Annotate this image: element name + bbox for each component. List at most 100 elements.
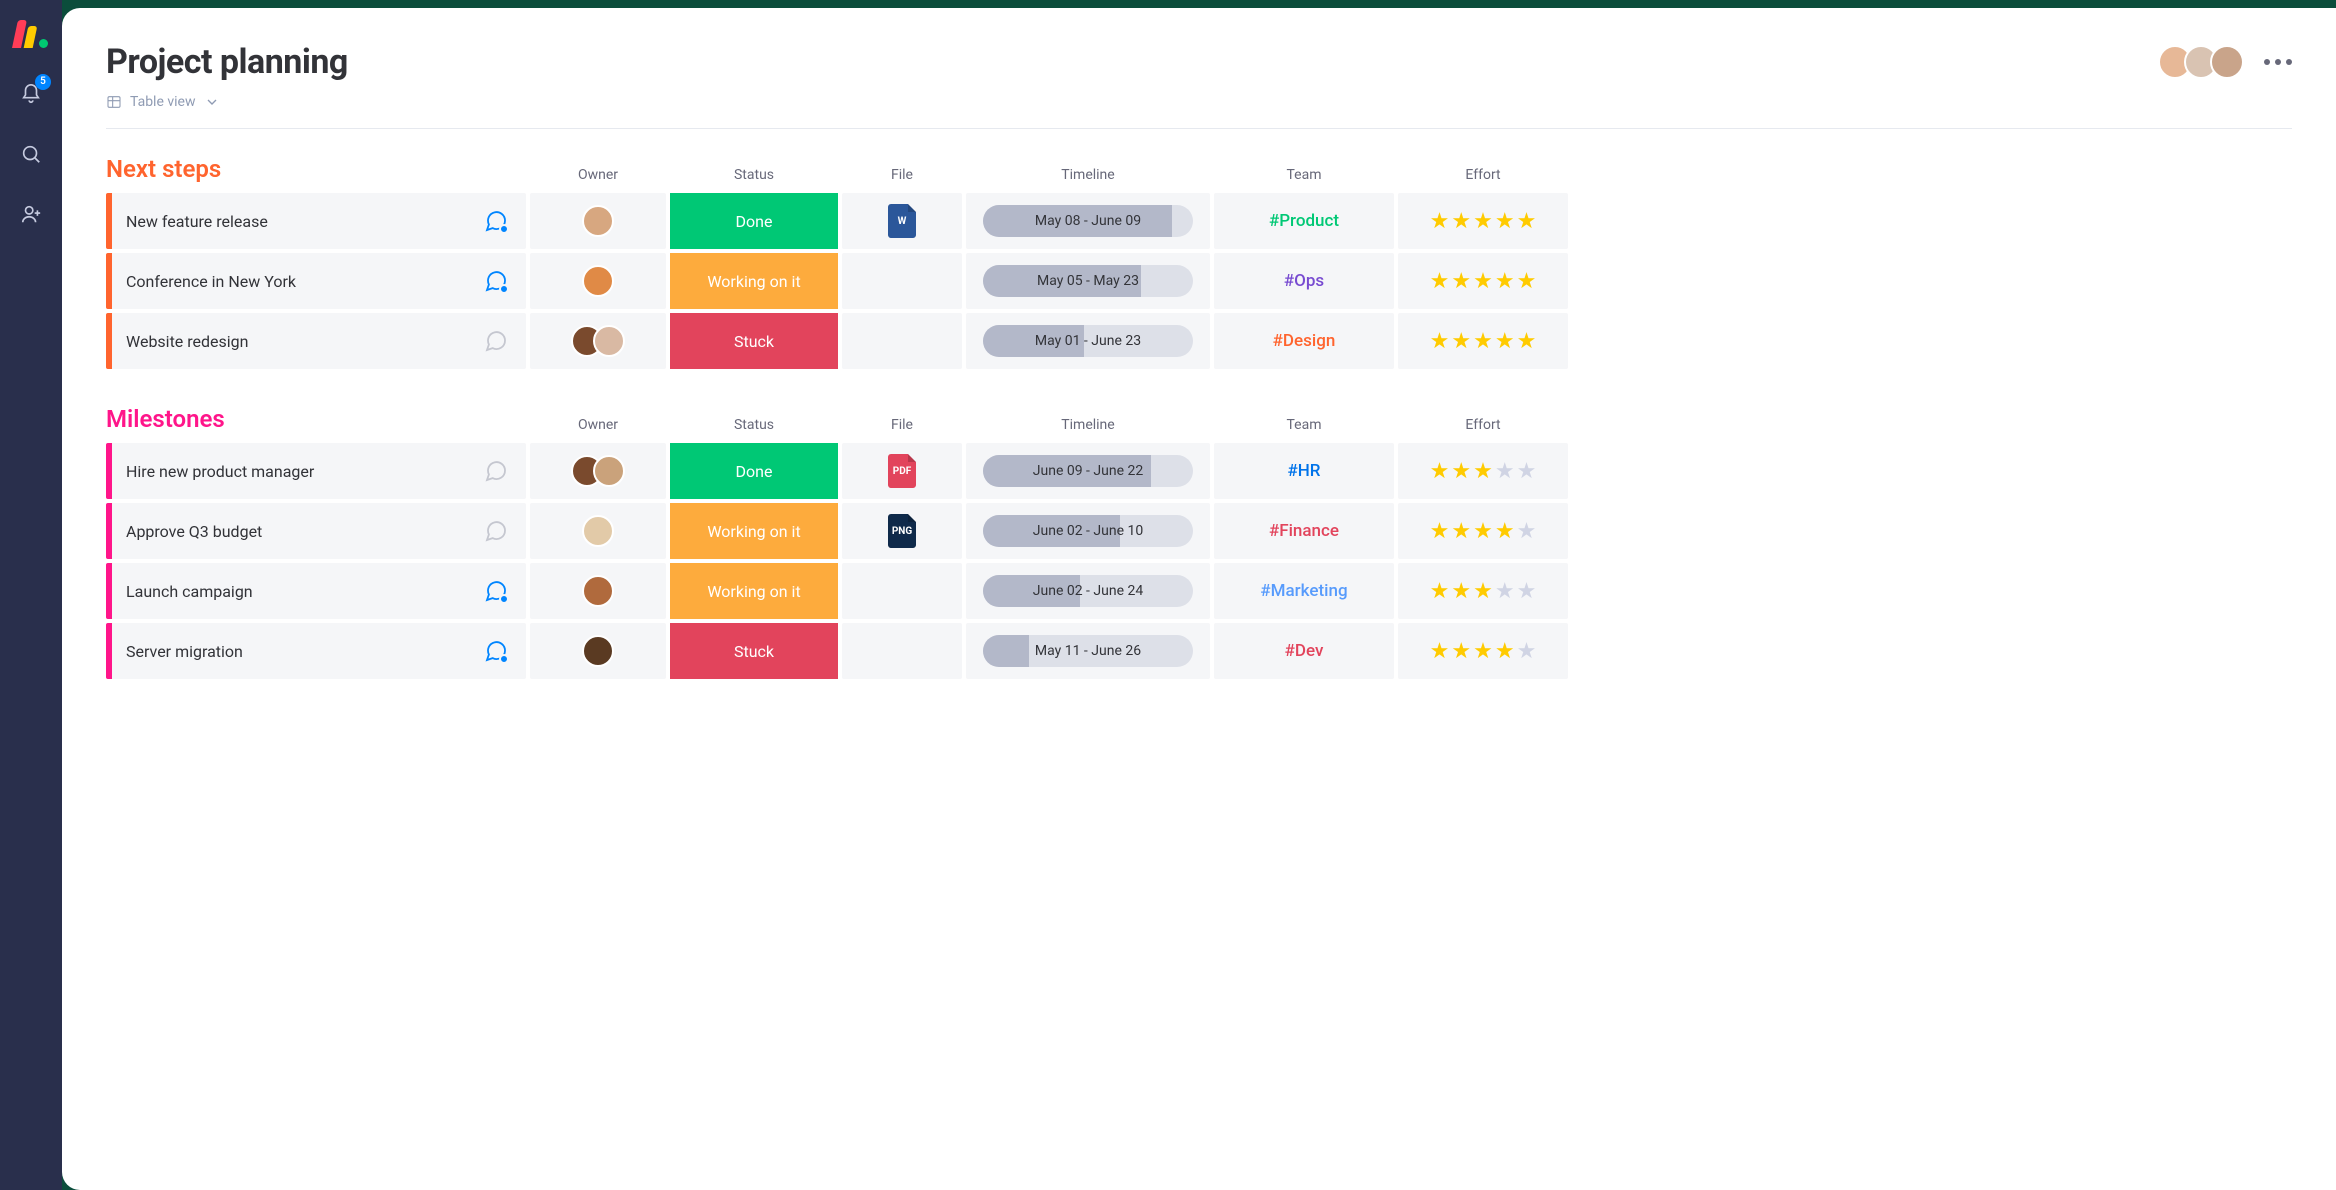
effort-stars[interactable]: ★★★★★ bbox=[1430, 519, 1537, 544]
table-row[interactable]: New feature release DoneWMay 08 - June 09… bbox=[106, 193, 2292, 249]
status-badge: Working on it bbox=[670, 563, 838, 619]
group-title[interactable]: Milestones bbox=[106, 405, 526, 433]
column-header-owner[interactable]: Owner bbox=[530, 417, 666, 433]
file-cell[interactable]: PDF bbox=[842, 443, 962, 499]
team-cell[interactable]: #Ops bbox=[1214, 253, 1394, 309]
timeline-cell[interactable]: June 02 - June 10 bbox=[966, 503, 1210, 559]
file-cell[interactable] bbox=[842, 563, 962, 619]
column-header-owner[interactable]: Owner bbox=[530, 167, 666, 183]
timeline-bar: May 05 - May 23 bbox=[983, 265, 1193, 297]
table-row[interactable]: Server migration Stuck May 11 - June 26 #De… bbox=[106, 623, 2292, 679]
team-cell[interactable]: #Dev bbox=[1214, 623, 1394, 679]
timeline-cell[interactable]: May 01 - June 23 bbox=[966, 313, 1210, 369]
effort-cell[interactable]: ★★★★★ bbox=[1398, 313, 1568, 369]
file-cell[interactable]: W bbox=[842, 193, 962, 249]
team-cell[interactable]: #Marketing bbox=[1214, 563, 1394, 619]
column-header-timeline[interactable]: Timeline bbox=[966, 167, 1210, 183]
status-cell[interactable]: Working on it bbox=[670, 253, 838, 309]
owner-cell[interactable] bbox=[530, 563, 666, 619]
table-row[interactable]: Launch campaign Working on it June 02 - Ju… bbox=[106, 563, 2292, 619]
owner-cell[interactable] bbox=[530, 253, 666, 309]
timeline-cell[interactable]: June 02 - June 24 bbox=[966, 563, 1210, 619]
effort-stars[interactable]: ★★★★★ bbox=[1430, 269, 1537, 294]
notifications-icon[interactable]: 5 bbox=[17, 80, 45, 108]
column-header-team[interactable]: Team bbox=[1214, 417, 1394, 433]
effort-stars[interactable]: ★★★★★ bbox=[1430, 209, 1537, 234]
status-cell[interactable]: Done bbox=[670, 443, 838, 499]
item-name-cell[interactable]: New feature release bbox=[106, 193, 526, 249]
status-cell[interactable]: Stuck bbox=[670, 623, 838, 679]
timeline-cell[interactable]: May 05 - May 23 bbox=[966, 253, 1210, 309]
item-name-cell[interactable]: Server migration bbox=[106, 623, 526, 679]
column-header-file[interactable]: File bbox=[842, 167, 962, 183]
member-avatars[interactable] bbox=[2166, 45, 2244, 79]
timeline-bar: June 09 - June 22 bbox=[983, 455, 1193, 487]
team-cell[interactable]: #Design bbox=[1214, 313, 1394, 369]
item-name-cell[interactable]: Approve Q3 budget bbox=[106, 503, 526, 559]
status-cell[interactable]: Stuck bbox=[670, 313, 838, 369]
column-header-effort[interactable]: Effort bbox=[1398, 167, 1568, 183]
avatar[interactable] bbox=[2210, 45, 2244, 79]
status-cell[interactable]: Done bbox=[670, 193, 838, 249]
conversation-icon[interactable] bbox=[484, 459, 508, 483]
effort-cell[interactable]: ★★★★★ bbox=[1398, 503, 1568, 559]
owner-cell[interactable] bbox=[530, 313, 666, 369]
conversation-icon[interactable] bbox=[484, 639, 508, 663]
owner-cell[interactable] bbox=[530, 503, 666, 559]
conversation-icon[interactable] bbox=[484, 519, 508, 543]
column-header-team[interactable]: Team bbox=[1214, 167, 1394, 183]
timeline-cell[interactable]: May 08 - June 09 bbox=[966, 193, 1210, 249]
file-cell[interactable] bbox=[842, 253, 962, 309]
invite-user-icon[interactable] bbox=[17, 200, 45, 228]
effort-stars[interactable]: ★★★★★ bbox=[1430, 579, 1537, 604]
timeline-label: May 11 - June 26 bbox=[1035, 643, 1141, 659]
conversation-icon[interactable] bbox=[484, 209, 508, 233]
column-header-file[interactable]: File bbox=[842, 417, 962, 433]
column-header-status[interactable]: Status bbox=[670, 167, 838, 183]
logo[interactable] bbox=[15, 18, 48, 48]
more-menu-icon[interactable] bbox=[2264, 59, 2292, 65]
view-selector[interactable]: Table view bbox=[106, 94, 2292, 129]
effort-stars[interactable]: ★★★★★ bbox=[1430, 329, 1537, 354]
file-cell[interactable]: PNG bbox=[842, 503, 962, 559]
team-tag: #Dev bbox=[1285, 641, 1324, 661]
table-row[interactable]: Website redesign Stuck May 01 - June 23#De… bbox=[106, 313, 2292, 369]
effort-stars[interactable]: ★★★★★ bbox=[1430, 639, 1537, 664]
main-panel: Project planning Table view Next stepsOw… bbox=[62, 8, 2336, 1190]
column-header-status[interactable]: Status bbox=[670, 417, 838, 433]
item-name-cell[interactable]: Conference in New York bbox=[106, 253, 526, 309]
status-cell[interactable]: Working on it bbox=[670, 503, 838, 559]
effort-cell[interactable]: ★★★★★ bbox=[1398, 623, 1568, 679]
item-name-cell[interactable]: Launch campaign bbox=[106, 563, 526, 619]
table-row[interactable]: Conference in New York Working on it May 0… bbox=[106, 253, 2292, 309]
conversation-icon[interactable] bbox=[484, 579, 508, 603]
effort-stars[interactable]: ★★★★★ bbox=[1430, 459, 1537, 484]
owner-cell[interactable] bbox=[530, 623, 666, 679]
column-header-effort[interactable]: Effort bbox=[1398, 417, 1568, 433]
effort-cell[interactable]: ★★★★★ bbox=[1398, 443, 1568, 499]
group-title[interactable]: Next steps bbox=[106, 155, 526, 183]
file-cell[interactable] bbox=[842, 313, 962, 369]
table-row[interactable]: Approve Q3 budget Working on itPNGJune 02… bbox=[106, 503, 2292, 559]
owner-cell[interactable] bbox=[530, 443, 666, 499]
column-header-timeline[interactable]: Timeline bbox=[966, 417, 1210, 433]
owner-cell[interactable] bbox=[530, 193, 666, 249]
conversation-icon[interactable] bbox=[484, 269, 508, 293]
item-name-cell[interactable]: Hire new product manager bbox=[106, 443, 526, 499]
file-cell[interactable] bbox=[842, 623, 962, 679]
avatar bbox=[582, 575, 614, 607]
notification-badge: 5 bbox=[35, 74, 51, 90]
effort-cell[interactable]: ★★★★★ bbox=[1398, 563, 1568, 619]
timeline-cell[interactable]: June 09 - June 22 bbox=[966, 443, 1210, 499]
status-cell[interactable]: Working on it bbox=[670, 563, 838, 619]
search-icon[interactable] bbox=[17, 140, 45, 168]
team-cell[interactable]: #HR bbox=[1214, 443, 1394, 499]
item-name-cell[interactable]: Website redesign bbox=[106, 313, 526, 369]
team-cell[interactable]: #Product bbox=[1214, 193, 1394, 249]
conversation-icon[interactable] bbox=[484, 329, 508, 353]
table-row[interactable]: Hire new product manager DonePDF June 09 -… bbox=[106, 443, 2292, 499]
effort-cell[interactable]: ★★★★★ bbox=[1398, 253, 1568, 309]
timeline-cell[interactable]: May 11 - June 26 bbox=[966, 623, 1210, 679]
team-cell[interactable]: #Finance bbox=[1214, 503, 1394, 559]
effort-cell[interactable]: ★★★★★ bbox=[1398, 193, 1568, 249]
